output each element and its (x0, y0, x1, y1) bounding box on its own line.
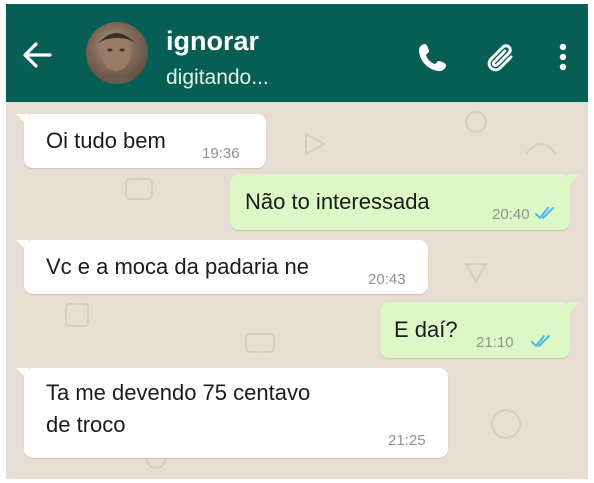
message-text: Não to interessada (245, 189, 430, 214)
message-text: E daí? (394, 317, 458, 342)
message-bubble-outgoing[interactable]: E daí? 21:10 (380, 302, 570, 358)
avatar[interactable] (86, 22, 148, 84)
typing-status: digitando... (166, 66, 269, 89)
message-text-line-1: Ta me devendo 75 centavo (46, 380, 311, 405)
arrow-left-icon (23, 42, 52, 68)
paperclip-icon (487, 44, 513, 72)
double-check-icon (531, 335, 550, 348)
attach-button[interactable] (484, 40, 520, 76)
contact-name[interactable]: ignorar (166, 26, 259, 57)
message-bubble-incoming[interactable]: Ta me devendo 75 centavo de troco 21:25 (24, 368, 448, 458)
message-time: 20:40 (492, 206, 530, 223)
chat-header: ignorar digitando... (6, 4, 588, 102)
double-check-icon (535, 207, 554, 220)
menu-button[interactable] (556, 40, 570, 74)
back-button[interactable] (20, 40, 54, 70)
more-vertical-icon (559, 43, 567, 71)
phone-icon (419, 44, 446, 71)
message-text: Vc e a moca da padaria ne (46, 254, 309, 279)
message-time: 19:36 (202, 145, 240, 162)
message-time: 21:25 (388, 432, 426, 449)
avatar-photo (94, 33, 140, 84)
message-bubble-incoming[interactable]: Vc e a moca da padaria ne 20:43 (24, 240, 428, 294)
message-time: 21:10 (476, 334, 514, 351)
message-text: Oi tudo bem (46, 128, 166, 153)
message-bubble-outgoing[interactable]: Não to interessada 20:40 (230, 174, 570, 230)
chat-screen: ignorar digitando... Oi tudo bem 19:36 N (6, 4, 588, 479)
message-bubble-incoming[interactable]: Oi tudo bem 19:36 (24, 114, 266, 168)
message-text-line-2: de troco (46, 412, 126, 437)
call-button[interactable] (416, 40, 450, 74)
message-time: 20:43 (368, 271, 406, 288)
